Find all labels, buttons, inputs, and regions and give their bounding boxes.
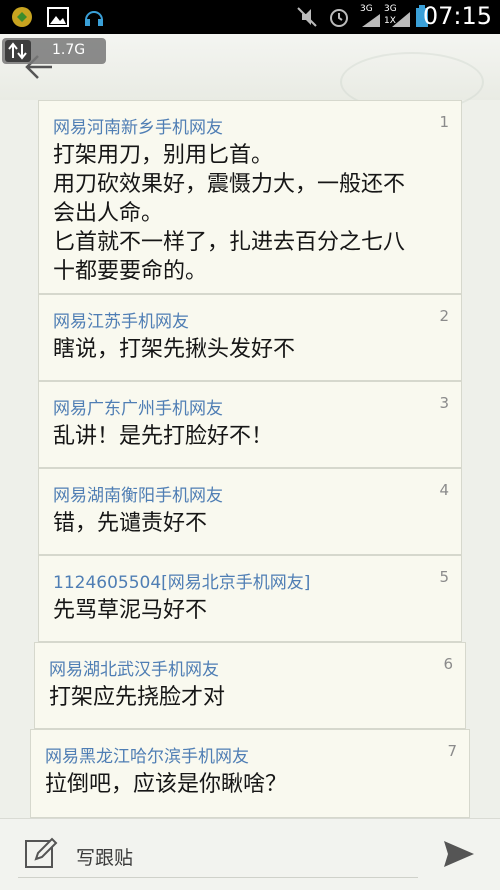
mute-icon xyxy=(297,7,317,27)
comment-text: 乱讲！是先打脸好不！ xyxy=(53,422,447,451)
comment-author[interactable]: 1124605504[网易北京手机网友] xyxy=(53,568,310,593)
comment-text: 瞎说，打架先揪头发好不 xyxy=(53,335,447,364)
clock: 07:15 xyxy=(422,2,492,30)
send-icon[interactable] xyxy=(442,839,476,869)
comment-post[interactable]: 网易湖南衡阳手机网友 4 错，先谴责好不 xyxy=(38,468,462,555)
comment-line: 拉倒吧，应该是你瞅啥？ xyxy=(45,772,288,797)
comment-line: 用刀砍效果好，震慑力大，一般还不 xyxy=(53,172,406,197)
network-speed-value: 1.7G xyxy=(52,42,86,58)
image-notification-icon xyxy=(47,7,69,27)
comment-line: 打架应先挠脸才对 xyxy=(49,685,226,710)
headset-notification-icon xyxy=(85,11,103,26)
comment-post[interactable]: 网易广东广州手机网友 3 乱讲！是先打脸好不！ xyxy=(38,381,462,468)
data-transfer-icon xyxy=(5,40,31,62)
comment-text: 打架用刀，别用匕首。用刀砍效果好，震慑力大，一般还不 会出人命。匕首就不一样了，扎… xyxy=(53,141,447,286)
comment-author[interactable]: 网易江苏手机网友 xyxy=(53,307,189,332)
comment-text: 拉倒吧，应该是你瞅啥？ xyxy=(45,770,455,799)
comment-post[interactable]: 网易河南新乡手机网友 1 打架用刀，别用匕首。用刀砍效果好，震慑力大，一般还不 会出人… xyxy=(38,100,462,294)
comment-text: 打架应先挠脸才对 xyxy=(49,683,451,712)
comment-text: 先骂草泥马好不 xyxy=(53,596,447,625)
comment-author[interactable]: 网易河南新乡手机网友 xyxy=(53,113,223,138)
app-notification-icon xyxy=(12,7,32,27)
signal-strength-icon xyxy=(362,14,380,27)
status-bar: 3G 3G 1X 07:15 xyxy=(0,0,500,34)
comment-line: 瞎说，打架先揪头发好不 xyxy=(53,337,296,362)
floor-number: 3 xyxy=(439,394,449,412)
comment-line: 打架用刀，别用匕首。 xyxy=(53,143,274,168)
network-speed-badge: 1.7G xyxy=(2,38,106,64)
floor-number: 1 xyxy=(439,113,449,131)
comment-thread: 网易河南新乡手机网友 1 打架用刀，别用匕首。用刀砍效果好，震慑力大，一般还不 会出人… xyxy=(0,100,500,818)
comment-author[interactable]: 网易湖北武汉手机网友 xyxy=(49,655,219,680)
comment-line: 错，先谴责好不 xyxy=(53,511,208,536)
floor-number: 5 xyxy=(439,568,449,586)
comment-author[interactable]: 网易黑龙江哈尔滨手机网友 xyxy=(45,742,249,767)
comment-line: 会出人命。 xyxy=(53,201,164,226)
comment-post[interactable]: 网易江苏手机网友 2 瞎说，打架先揪头发好不 xyxy=(38,294,462,381)
comment-line: 乱讲！是先打脸好不！ xyxy=(53,424,274,449)
floor-number: 6 xyxy=(443,655,453,673)
alarm-icon xyxy=(330,9,348,27)
edit-icon xyxy=(25,837,58,868)
floor-number: 4 xyxy=(439,481,449,499)
signal-strength-icon xyxy=(392,12,410,27)
comment-author[interactable]: 网易湖南衡阳手机网友 xyxy=(53,481,223,506)
comment-text: 错，先谴责好不 xyxy=(53,509,447,538)
floor-number: 7 xyxy=(447,742,457,760)
compose-label: 写跟贴 xyxy=(76,847,134,869)
comment-author[interactable]: 网易广东广州手机网友 xyxy=(53,394,223,419)
comment-post[interactable]: 网易黑龙江哈尔滨手机网友 7 拉倒吧，应该是你瞅啥？ xyxy=(30,729,470,818)
bottom-toolbar: 写跟贴 xyxy=(0,818,500,890)
compose-comment-field[interactable]: 写跟贴 xyxy=(18,833,418,878)
comment-line: 先骂草泥马好不 xyxy=(53,598,208,623)
comment-post[interactable]: 网易湖北武汉手机网友 6 打架应先挠脸才对 xyxy=(34,642,466,729)
comment-post[interactable]: 1124605504[网易北京手机网友] 5 先骂草泥马好不 xyxy=(38,555,462,642)
comment-line: 匕首就不一样了，扎进去百分之七八 xyxy=(53,230,406,255)
comment-line: 十都要要命的。 xyxy=(53,259,208,284)
floor-number: 2 xyxy=(439,307,449,325)
